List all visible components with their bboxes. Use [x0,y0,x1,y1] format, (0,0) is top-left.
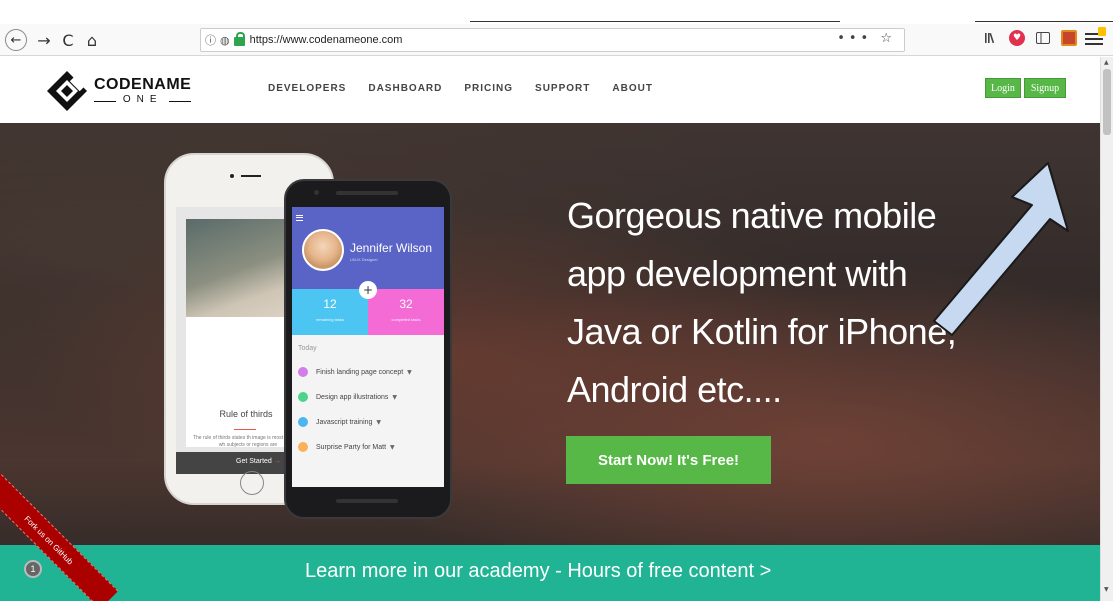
codename-one-logo[interactable]: CODENAME ONE [46,70,192,112]
tracking-shield-icon[interactable]: ◍ [220,34,230,47]
bookmark-star-icon[interactable]: ☆ [880,31,896,46]
nav-support[interactable]: SUPPORT [535,83,590,94]
toolbar-icons: ♥ [983,30,1077,46]
page-scrollbar[interactable]: ▲ ▼ [1100,57,1113,601]
nav-pricing[interactable]: PRICING [464,83,513,94]
lock-icon [233,32,245,46]
address-bar[interactable]: ⓘ ◍ https://www.codenameone.com ••• ☆ [200,28,905,52]
logo-top-text: CODENAME [94,76,192,93]
logo-bottom-text: ONE [94,95,192,105]
profile-header: Jennifer Wilson UI/UX Designer [292,207,444,289]
phone-speaker [241,175,261,177]
update-warning-icon [1098,27,1106,36]
arrow-right-icon: → [273,458,281,465]
card-divider [234,429,256,430]
scroll-up-icon[interactable]: ▲ [1104,59,1109,66]
forward-button[interactable]: → [32,28,56,52]
sidebar-icon[interactable] [1035,30,1051,46]
reload-button[interactable]: C [56,28,80,52]
task-dot [298,442,308,452]
academy-banner[interactable]: Learn more in our academy - Hours of fre… [0,545,1100,601]
task-dot [298,367,308,377]
pocket-icon[interactable]: ♥ [1009,30,1025,46]
list-item: Surprise Party for Matt ▼ [298,442,395,452]
site-header: CODENAME ONE DEVELOPERS DASHBOARD PRICIN… [0,57,1100,123]
logo-mark-icon [47,71,88,111]
start-now-button[interactable]: Start Now! It's Free! [566,436,771,484]
chevron-down-icon: ▼ [392,393,397,401]
list-item: Javascript training ▼ [298,417,381,427]
home-icon: ⌂ [86,30,98,50]
avatar [302,229,344,271]
phone-speaker [336,191,398,195]
nav-developers[interactable]: DEVELOPERS [268,83,346,94]
academy-banner-text[interactable]: Learn more in our academy - Hours of fre… [305,560,771,583]
plus-icon: + [359,281,377,299]
tab-divider [975,21,1113,22]
hamburger-menu-icon[interactable] [1085,27,1106,46]
list-item: Design app illustrations ▼ [298,392,397,402]
get-started-label: Get Started → [236,458,281,465]
back-button[interactable]: ← [5,29,27,51]
nav-dashboard[interactable]: DASHBOARD [368,83,442,94]
stat-remaining: 12 remaining tasks [292,289,368,335]
scroll-thumb[interactable] [1103,69,1111,135]
web-page: CODENAME ONE DEVELOPERS DASHBOARD PRICIN… [0,57,1100,601]
extension-icon[interactable] [1061,30,1077,46]
logo-wordmark: CODENAME ONE [94,76,192,105]
back-arrow-icon: ← [10,32,22,48]
reload-icon: C [62,30,74,50]
notification-badge[interactable]: 1 [24,560,42,578]
main-nav: DEVELOPERS DASHBOARD PRICING SUPPORT ABO… [268,83,653,94]
page-actions-icon[interactable]: ••• [837,31,872,46]
stat-completed: 32 completed tasks [368,289,444,335]
list-item: Finish landing page concept ▼ [298,367,412,377]
black-phone-mockup: Jennifer Wilson UI/UX Designer 12 remain… [284,179,452,519]
scroll-down-icon[interactable]: ▼ [1104,586,1109,593]
phone-camera [230,174,234,178]
nav-about[interactable]: ABOUT [612,83,653,94]
title-bar-strip [0,0,1113,24]
forward-arrow-icon: → [37,30,51,50]
task-dot [298,392,308,402]
tab-divider [470,21,840,22]
site-info-icon[interactable]: ⓘ [205,32,216,48]
login-button[interactable]: Login [985,78,1021,98]
chevron-down-icon: ▼ [390,443,395,451]
phone-bottom-bar [336,499,398,503]
browser-toolbar: ← → C ⌂ ⓘ ◍ https://www.codenameone.com … [0,24,1113,56]
task-dot [298,417,308,427]
page-actions[interactable]: ••• ☆ [837,31,896,46]
black-phone-screen: Jennifer Wilson UI/UX Designer 12 remain… [292,207,444,487]
menu-icon [296,213,303,222]
annotation-arrow-icon [933,162,1069,336]
phone-camera [314,190,319,195]
chevron-down-icon: ▼ [407,368,412,376]
today-label: Today [298,345,317,352]
profile-name: Jennifer Wilson [350,241,433,255]
home-button[interactable]: ⌂ [80,28,104,52]
chevron-down-icon: ▼ [376,418,382,426]
profile-role: UI/UX Designer [350,257,378,262]
library-icon[interactable] [983,30,999,46]
signup-button[interactable]: Signup [1024,78,1066,98]
home-button-icon [240,471,264,495]
url-text[interactable]: https://www.codenameone.com [250,34,403,46]
